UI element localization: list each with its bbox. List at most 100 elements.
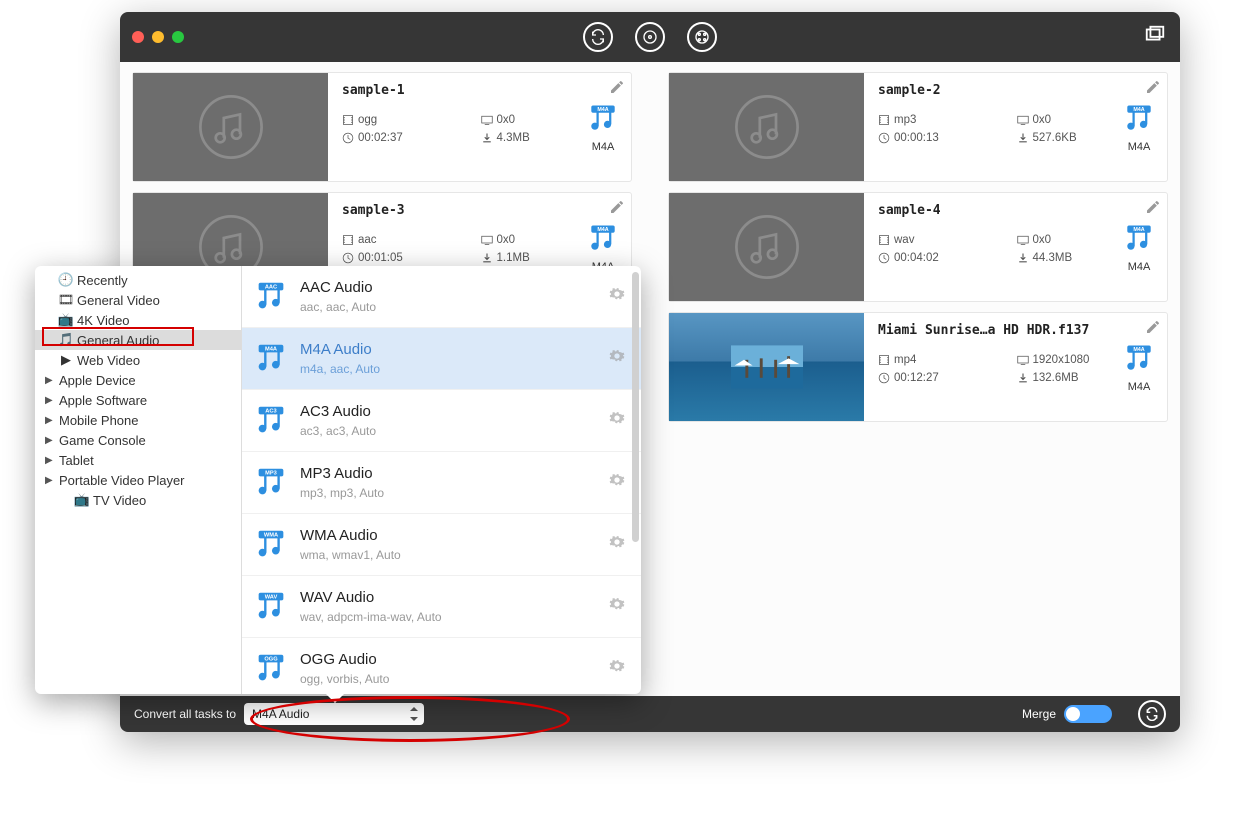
video-icon: 🎞	[59, 293, 73, 307]
format-detail: aac, aac, Auto	[300, 300, 376, 314]
svg-text:M4A: M4A	[265, 346, 277, 352]
task-meta: aac 0x0 00:01:05 1.1MB	[342, 234, 619, 264]
task-card[interactable]: sample-2 mp3 0x0 00:00:13 527.6KB M4A M4…	[668, 72, 1168, 182]
category-label: Portable Video Player	[59, 473, 185, 488]
convert-all-label: Convert all tasks to	[134, 707, 236, 721]
output-format-dropdown[interactable]: M4A Audio	[244, 703, 424, 725]
task-title: sample-4	[878, 203, 1155, 218]
merge-area: Merge	[1022, 700, 1166, 728]
category-label: 4K Video	[77, 313, 130, 328]
task-title: Miami Sunrise…a HD HDR.f137	[878, 323, 1155, 338]
queue-icon[interactable]	[1144, 24, 1166, 51]
edit-icon[interactable]	[1145, 79, 1161, 100]
target-format-badge[interactable]: M4A M4A	[1121, 221, 1157, 273]
category-item[interactable]: ▶Apple Software	[35, 390, 241, 410]
4k-icon: 📺	[59, 313, 73, 327]
merge-toggle[interactable]	[1064, 705, 1112, 723]
format-row[interactable]: AC3 AC3 Audio ac3, ac3, Auto	[242, 390, 641, 452]
edit-icon[interactable]	[609, 199, 625, 220]
gear-icon[interactable]	[609, 410, 625, 431]
format-name: WMA Audio	[300, 527, 401, 544]
format-icon: MP3	[252, 464, 290, 502]
category-label: Recently	[77, 273, 128, 288]
category-label: TV Video	[93, 493, 146, 508]
format-name: AC3 Audio	[300, 403, 376, 420]
format-detail: wma, wmav1, Auto	[300, 548, 401, 562]
category-label: Mobile Phone	[59, 413, 139, 428]
svg-text:M4A: M4A	[1133, 227, 1144, 233]
target-format-badge[interactable]: M4A M4A	[1121, 341, 1157, 393]
task-card[interactable]: sample-4 wav 0x0 00:04:02 44.3MB M4A M4A	[668, 192, 1168, 302]
category-item[interactable]: ▶Mobile Phone	[35, 410, 241, 430]
category-item[interactable]: ▶Web Video	[35, 350, 241, 370]
format-row[interactable]: OGG OGG Audio ogg, vorbis, Auto	[242, 638, 641, 694]
convert-tab-icon[interactable]	[583, 22, 613, 52]
svg-text:AC3: AC3	[265, 408, 276, 414]
format-detail: wav, adpcm-ima-wav, Auto	[300, 610, 442, 624]
category-label: Game Console	[59, 433, 146, 448]
task-title: sample-2	[878, 83, 1155, 98]
format-icon: OGG	[252, 650, 290, 688]
gear-icon[interactable]	[609, 534, 625, 555]
category-item[interactable]: ▶Tablet	[35, 450, 241, 470]
format-name: OGG Audio	[300, 651, 389, 668]
edit-icon[interactable]	[609, 79, 625, 100]
svg-text:M4A: M4A	[597, 227, 608, 233]
svg-text:WMA: WMA	[264, 532, 278, 538]
task-title: sample-3	[342, 203, 619, 218]
thumbnail	[133, 73, 328, 181]
gear-icon[interactable]	[609, 286, 625, 307]
task-title: sample-1	[342, 83, 619, 98]
merge-label: Merge	[1022, 707, 1056, 721]
category-label: General Audio	[77, 333, 159, 348]
format-icon: WAV	[252, 588, 290, 626]
close-button[interactable]	[132, 31, 144, 43]
category-item[interactable]: 🕘Recently	[35, 270, 241, 290]
format-name: MP3 Audio	[300, 465, 384, 482]
disc-tab-icon[interactable]	[635, 22, 665, 52]
format-name: M4A Audio	[300, 341, 380, 358]
category-item[interactable]: 📺 TV Video	[35, 490, 241, 510]
format-detail: m4a, aac, Auto	[300, 362, 380, 376]
mode-tabs	[583, 22, 717, 52]
titlebar	[120, 12, 1180, 62]
category-item[interactable]: ▶Game Console	[35, 430, 241, 450]
gear-icon[interactable]	[609, 472, 625, 493]
format-detail: mp3, mp3, Auto	[300, 486, 384, 500]
category-item[interactable]: ▶Portable Video Player	[35, 470, 241, 490]
format-category-list[interactable]: 🕘Recently🎞General Video 📺 4K Video 🎵General…	[35, 266, 242, 694]
svg-text:AAC: AAC	[265, 284, 277, 290]
start-convert-button[interactable]	[1138, 700, 1166, 728]
format-icon: M4A	[252, 340, 290, 378]
category-item[interactable]: 🎵General Audio	[35, 330, 241, 350]
thumbnail	[669, 313, 864, 421]
edit-icon[interactable]	[1145, 199, 1161, 220]
minimize-button[interactable]	[152, 31, 164, 43]
format-row[interactable]: WMA WMA Audio wma, wmav1, Auto	[242, 514, 641, 576]
format-list[interactable]: AAC AAC Audio aac, aac, Auto M4A M4A Aud…	[242, 266, 641, 694]
task-card[interactable]: Miami Sunrise…a HD HDR.f137 mp4 1920x108…	[668, 312, 1168, 422]
task-card[interactable]: sample-1 ogg 0x0 00:02:37 4.3MB M4A M4A	[132, 72, 632, 182]
target-format-badge[interactable]: M4A M4A	[585, 101, 621, 153]
format-icon: WMA	[252, 526, 290, 564]
edit-icon[interactable]	[1145, 319, 1161, 340]
format-row[interactable]: MP3 MP3 Audio mp3, mp3, Auto	[242, 452, 641, 514]
thumbnail	[669, 73, 864, 181]
category-item[interactable]: 🎞General Video	[35, 290, 241, 310]
format-row[interactable]: WAV WAV Audio wav, adpcm-ima-wav, Auto	[242, 576, 641, 638]
task-meta: mp4 1920x1080 00:12:27 132.6MB	[878, 354, 1155, 384]
media-tab-icon[interactable]	[687, 22, 717, 52]
gear-icon[interactable]	[609, 348, 625, 369]
tv-icon: 📺	[75, 493, 89, 507]
task-meta: mp3 0x0 00:00:13 527.6KB	[878, 114, 1155, 144]
maximize-button[interactable]	[172, 31, 184, 43]
scrollbar[interactable]	[632, 272, 639, 542]
format-row[interactable]: M4A M4A Audio m4a, aac, Auto	[242, 328, 641, 390]
gear-icon[interactable]	[609, 596, 625, 617]
category-item[interactable]: ▶Apple Device	[35, 370, 241, 390]
target-format-badge[interactable]: M4A M4A	[1121, 101, 1157, 153]
gear-icon[interactable]	[609, 658, 625, 679]
format-row[interactable]: AAC AAC Audio aac, aac, Auto	[242, 266, 641, 328]
category-item[interactable]: 📺 4K Video	[35, 310, 241, 330]
svg-text:M4A: M4A	[1133, 107, 1144, 113]
